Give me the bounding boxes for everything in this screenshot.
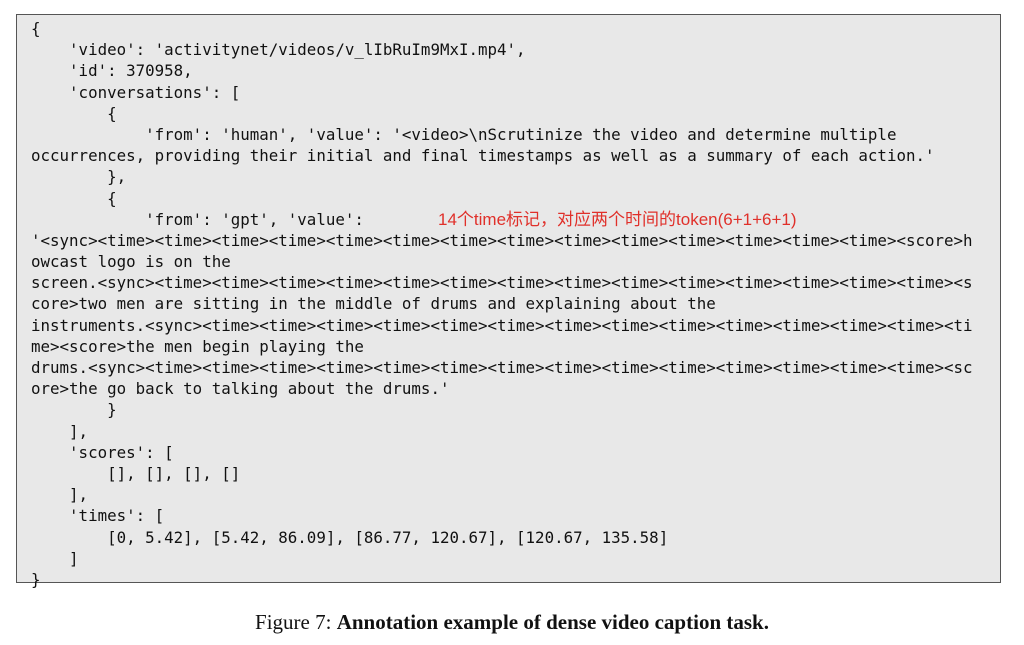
code-line: core>two men are sitting in the middle o…	[31, 294, 716, 314]
caption-text: Annotation example of dense video captio…	[336, 610, 769, 634]
code-line: 'times': [	[31, 506, 165, 526]
code-line: screen.<sync><time><time><time><time><ti…	[31, 273, 973, 293]
code-line: [], [], [], []	[31, 463, 241, 483]
code-line: ],	[31, 421, 89, 441]
code-line: '<sync><time><time><time><time><time><ti…	[31, 230, 973, 250]
code-line: 'from': 'human', 'value': '<video>\nScru…	[31, 124, 897, 144]
code-line: occurrences, providing their initial and…	[31, 146, 935, 166]
caption-label: Figure 7:	[255, 610, 332, 634]
code-line: {	[31, 19, 41, 38]
code-line: }	[31, 569, 41, 589]
figure-caption: Figure 7: Annotation example of dense vi…	[0, 610, 1024, 635]
code-line: 'id': 370958,	[31, 61, 193, 81]
code-lines: { 'video': 'activitynet/videos/v_lIbRuIm…	[31, 18, 973, 590]
code-line: 'conversations': [	[31, 82, 241, 102]
code-line: 'video': 'activitynet/videos/v_lIbRuIm9M…	[31, 40, 526, 60]
code-line: instruments.<sync><time><time><time><tim…	[31, 315, 973, 335]
code-line: me><score>the men begin playing the	[31, 336, 364, 356]
code-line: drums.<sync><time><time><time><time><tim…	[31, 358, 973, 377]
code-line: ],	[31, 485, 89, 505]
code-line: 'scores': [	[31, 442, 174, 462]
code-line: ]	[31, 548, 79, 568]
code-line: [0, 5.42], [5.42, 86.09], [86.77, 120.67…	[31, 527, 669, 547]
code-line: ore>the go back to talking about the dru…	[31, 379, 450, 399]
code-line: }	[31, 400, 117, 420]
code-block: { 'video': 'activitynet/videos/v_lIbRuIm…	[16, 14, 1001, 589]
code-line: {	[31, 103, 117, 123]
code-line: owcast logo is on the	[31, 252, 231, 272]
annotation-note: 14个time标记，对应两个时间的token(6+1+6+1)	[438, 210, 797, 229]
code-line: },	[31, 167, 127, 187]
